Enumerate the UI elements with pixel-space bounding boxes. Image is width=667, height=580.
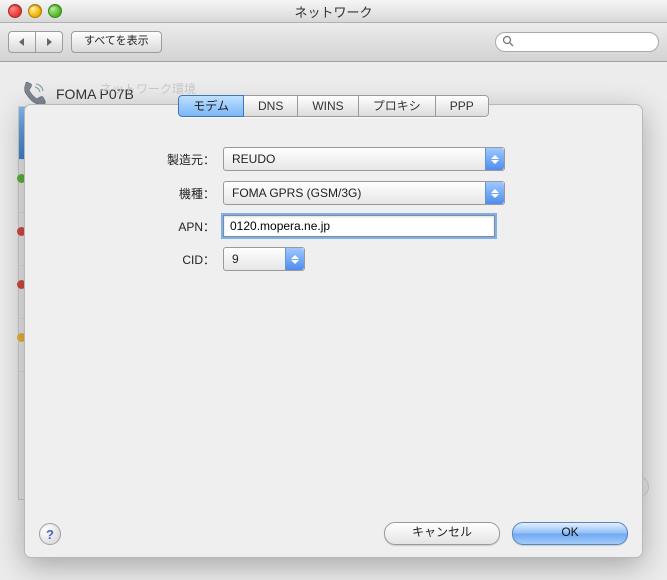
forward-button[interactable] <box>36 31 63 53</box>
show-all-button[interactable]: すべてを表示 <box>71 31 162 53</box>
cid-select[interactable]: 9 <box>223 247 305 271</box>
vendor-value: REUDO <box>232 152 275 166</box>
search-icon <box>502 35 514 50</box>
cancel-button[interactable]: キャンセル <box>384 522 500 545</box>
tab-ppp[interactable]: PPP <box>436 95 489 117</box>
triangle-right-icon <box>44 37 54 47</box>
form-area: 製造元： REUDO 機種： FOMA GPRS (GSM/3G) APN： <box>25 127 642 271</box>
row-apn: APN： <box>35 215 632 237</box>
row-model: 機種： FOMA GPRS (GSM/3G) <box>35 181 632 205</box>
toolbar: すべてを表示 <box>0 23 667 62</box>
cid-label: CID： <box>35 251 223 268</box>
titlebar: ネットワーク <box>0 0 667 23</box>
cid-value: 9 <box>232 252 239 266</box>
tab-segmented-control: モデム DNS WINS プロキシ PPP <box>178 95 488 117</box>
model-label: 機種： <box>35 185 223 202</box>
popup-arrows-icon <box>485 182 504 204</box>
apn-input[interactable] <box>223 215 495 237</box>
popup-arrows-icon <box>485 148 504 170</box>
tab-wins[interactable]: WINS <box>298 95 358 117</box>
nav-buttons <box>8 31 63 53</box>
model-value: FOMA GPRS (GSM/3G) <box>232 186 361 200</box>
vendor-label: 製造元： <box>35 151 223 168</box>
ok-button[interactable]: OK <box>512 522 628 545</box>
tab-proxy[interactable]: プロキシ <box>359 95 436 117</box>
popup-arrows-icon <box>285 248 304 270</box>
model-select[interactable]: FOMA GPRS (GSM/3G) <box>223 181 505 205</box>
triangle-left-icon <box>17 37 27 47</box>
row-cid: CID： 9 <box>35 247 632 271</box>
content-area: ネットワーク環境 Bluetooth DUN 未接続 Ethernet 未接続 … <box>0 62 667 580</box>
tab-modem[interactable]: モデム <box>178 95 244 117</box>
search-field[interactable] <box>495 32 659 52</box>
window-title: ネットワーク <box>0 2 667 21</box>
settings-sheet: モデム DNS WINS プロキシ PPP 製造元： REUDO 機種： <box>24 104 643 558</box>
help-button[interactable]: ? <box>39 523 61 545</box>
tabs-row: モデム DNS WINS プロキシ PPP <box>25 95 642 117</box>
apn-label: APN： <box>35 218 223 235</box>
tab-dns[interactable]: DNS <box>244 95 298 117</box>
row-vendor: 製造元： REUDO <box>35 147 632 171</box>
back-button[interactable] <box>8 31 36 53</box>
sheet-footer-left: ? <box>39 523 61 545</box>
sheet-footer: キャンセル OK <box>384 522 628 545</box>
vendor-select[interactable]: REUDO <box>223 147 505 171</box>
